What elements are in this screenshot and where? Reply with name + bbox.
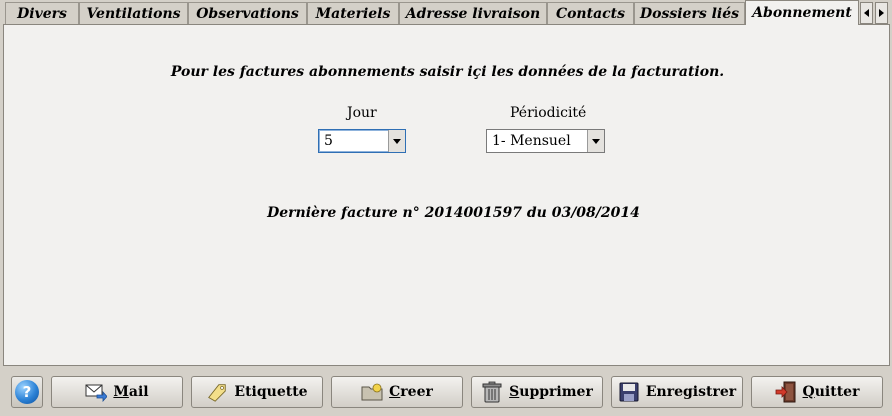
tab-divers[interactable]: Divers (5, 2, 79, 24)
tab-scroll-left-button[interactable] (860, 2, 873, 24)
enregistrer-button[interactable]: Enregistrer (611, 376, 743, 408)
periodicite-dropdown-button[interactable] (587, 130, 604, 152)
tab-observations[interactable]: Observations (188, 2, 307, 24)
tag-icon (206, 381, 228, 403)
tab-adresse-livraison[interactable]: Adresse livraison (399, 2, 547, 24)
quitter-button[interactable]: Quitter (751, 376, 883, 408)
bottom-toolbar: ? Mail Etiquette Creer Supprimer Enregis… (0, 366, 892, 416)
enregistrer-button-label: Enregistrer (645, 384, 737, 400)
quitter-button-label: Quitter (802, 384, 860, 400)
jour-dropdown-button[interactable] (388, 130, 405, 152)
last-invoice-text: Dernière facture n° 2014001597 du 03/08/… (267, 205, 640, 221)
help-icon: ? (15, 380, 39, 404)
etiquette-button[interactable]: Etiquette (191, 376, 323, 408)
save-icon (618, 381, 640, 403)
chevron-down-icon (393, 138, 401, 144)
panel-heading: Pour les factures abonnements saisir içi… (170, 64, 725, 80)
mail-button[interactable]: Mail (51, 376, 183, 408)
arrow-left-icon (864, 9, 869, 17)
periodicite-value: 1- Mensuel (492, 133, 571, 149)
tab-contacts[interactable]: Contacts (547, 2, 634, 24)
help-button[interactable]: ? (11, 376, 43, 408)
new-folder-icon (361, 381, 383, 403)
tab-scroll-right-button[interactable] (875, 2, 888, 24)
tab-ventilations[interactable]: Ventilations (79, 2, 188, 24)
periodicite-label: Périodicité (510, 105, 587, 121)
mail-button-label: Mail (113, 384, 149, 400)
tab-bar: Divers Ventilations Observations Materie… (0, 0, 892, 25)
jour-value: 5 (324, 133, 333, 149)
supprimer-button[interactable]: Supprimer (471, 376, 603, 408)
abonnement-panel: Pour les factures abonnements saisir içi… (3, 24, 890, 366)
jour-label: Jour (347, 105, 377, 121)
tab-dossiers-lies[interactable]: Dossiers liés (634, 2, 745, 24)
supprimer-button-label: Supprimer (509, 384, 593, 400)
chevron-down-icon (592, 138, 600, 144)
jour-select[interactable]: 5 (318, 129, 406, 153)
tab-abonnement[interactable]: Abonnement (745, 0, 859, 25)
creer-button-label: Creer (389, 384, 433, 400)
exit-door-icon (775, 381, 797, 403)
periodicite-select[interactable]: 1- Mensuel (486, 129, 605, 153)
etiquette-button-label: Etiquette (234, 384, 308, 400)
trash-icon (481, 381, 503, 403)
creer-button[interactable]: Creer (331, 376, 463, 408)
mail-icon (85, 381, 108, 403)
tab-materiels[interactable]: Materiels (307, 2, 399, 24)
arrow-right-icon (879, 9, 884, 17)
